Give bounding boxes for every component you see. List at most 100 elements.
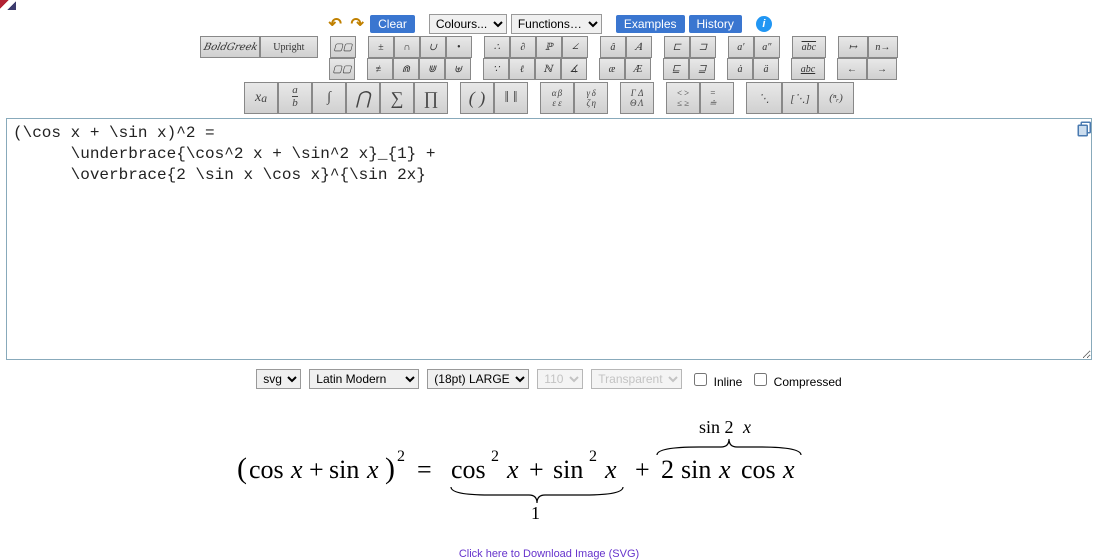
palette-sqsubset[interactable]: ⊏	[664, 36, 690, 58]
svg-text:sin 2: sin 2	[699, 417, 734, 437]
palette-binom[interactable]: (ⁿᵣ)	[818, 82, 854, 114]
palette-a-dprime[interactable]: a″	[754, 36, 780, 58]
palette-bigcap[interactable]: ⋂	[346, 82, 380, 114]
palette-cup[interactable]: ∪	[420, 36, 446, 58]
compressed-checkbox[interactable]	[754, 373, 767, 386]
svg-text:x: x	[782, 455, 795, 484]
palette-boxes-2[interactable]: ▢▢	[329, 58, 355, 80]
palette-matrix-brackets[interactable]: [⋱]	[782, 82, 818, 114]
palette-greek-upper[interactable]: ΓΔΘΛ	[620, 82, 654, 114]
svg-text:+: +	[529, 455, 544, 484]
inline-checkbox[interactable]	[694, 373, 707, 386]
palette-underline-abc[interactable]: abc	[791, 58, 825, 80]
palette-AE[interactable]: Æ	[625, 58, 651, 80]
flag-icon[interactable]	[0, 0, 16, 10]
latex-input[interactable]	[6, 118, 1092, 360]
copy-icon[interactable]	[1076, 120, 1094, 138]
svg-text:cos: cos	[451, 455, 486, 484]
palette-n-arrow[interactable]: n→	[868, 36, 898, 58]
palette-boxes-1[interactable]: ▢▢	[330, 36, 356, 58]
size-select[interactable]: (18pt) LARGE	[427, 369, 529, 389]
palette-a-dot[interactable]: ȧ	[727, 58, 753, 80]
palette-pm[interactable]: ±	[368, 36, 394, 58]
svg-text:sin: sin	[553, 455, 583, 484]
palette-hat-a[interactable]: â	[600, 36, 626, 58]
palette-rightarrow[interactable]: →	[867, 58, 897, 80]
bg-select[interactable]: Transparent	[591, 369, 682, 389]
palette-power-xa[interactable]: xa	[244, 82, 278, 114]
svg-text:=: =	[417, 455, 432, 484]
font-select[interactable]: Latin Modern	[309, 369, 419, 389]
palette-integral[interactable]: ∫	[312, 82, 346, 114]
palette-parens[interactable]: ( )	[460, 82, 494, 114]
palette-greek-lower1[interactable]: αβεε	[540, 82, 574, 114]
palette-verts[interactable]: ‖ ‖	[494, 82, 528, 114]
palette-therefore[interactable]: ∴	[484, 36, 510, 58]
svg-text:cos: cos	[741, 455, 776, 484]
palette-because[interactable]: ∵	[483, 58, 509, 80]
svg-text:+: +	[309, 455, 324, 484]
download-link[interactable]: Click here to Download Image (SVG)	[0, 548, 1098, 560]
svg-text:x: x	[718, 455, 731, 484]
palette-angle[interactable]: ∠	[562, 36, 588, 58]
palette-blackboard-p[interactable]: ℙ	[536, 36, 562, 58]
rendered-output: ( cos x + sin x ) 2 = cos 2 x + sin 2 x …	[0, 413, 1098, 526]
svg-text:sin: sin	[329, 455, 359, 484]
svg-text:2: 2	[397, 448, 405, 465]
palette-frac[interactable]: ab	[278, 82, 312, 114]
functions-select[interactable]: Functions…	[511, 14, 602, 34]
palette-a-prime[interactable]: a′	[728, 36, 754, 58]
palette-nequiv[interactable]: ≢	[367, 58, 393, 80]
examples-button[interactable]: Examples	[616, 15, 685, 33]
svg-text:x: x	[742, 417, 751, 437]
palette-relations[interactable]: <>≤≥	[666, 82, 700, 114]
palette-measured-angle[interactable]: ∡	[561, 58, 587, 80]
undo-icon: ↶	[328, 14, 341, 34]
svg-text:1: 1	[531, 503, 540, 523]
format-select[interactable]: svg	[256, 369, 301, 389]
palette-sum[interactable]: ∑	[380, 82, 414, 114]
palette-relations2[interactable]: =≐	[700, 82, 734, 114]
palette-uplus[interactable]: ⊎	[445, 58, 471, 80]
colours-select[interactable]: Colours...	[429, 14, 507, 34]
options-row: svg Latin Modern (18pt) LARGE 110 Transp…	[0, 369, 1098, 389]
palette-cap[interactable]: ∩	[394, 36, 420, 58]
svg-text:(: (	[237, 452, 247, 485]
palette-cap2[interactable]: ⋒	[393, 58, 419, 80]
inline-label: Inline	[690, 370, 742, 389]
palette-upright[interactable]: Upright	[260, 36, 318, 58]
palette-partial[interactable]: ∂	[510, 36, 536, 58]
palette-overline-abc[interactable]: abc	[792, 36, 826, 58]
svg-text:x: x	[290, 455, 303, 484]
palette-sqsupseteq[interactable]: ⊒	[689, 58, 715, 80]
info-icon[interactable]: i	[756, 16, 772, 32]
palette-greek-lower2[interactable]: γδζη	[574, 82, 608, 114]
svg-text:2: 2	[661, 455, 674, 484]
palette-sqsupset[interactable]: ⊐	[690, 36, 716, 58]
undo-button[interactable]: ↶	[326, 15, 344, 33]
palette-cal-a[interactable]: 𝐴	[626, 36, 652, 58]
svg-text:x: x	[366, 455, 379, 484]
palette-blackboard-n[interactable]: ℕ	[535, 58, 561, 80]
redo-button[interactable]: ↷	[348, 15, 366, 33]
palette-prod[interactable]: ∏	[414, 82, 448, 114]
svg-text:): )	[385, 452, 395, 485]
palette-matrix-dots[interactable]: ⋱	[746, 82, 782, 114]
palette-ae[interactable]: æ	[599, 58, 625, 80]
history-button[interactable]: History	[689, 15, 742, 33]
top-toolbar: ↶ ↷ Clear Colours... Functions… Examples…	[0, 0, 1098, 114]
palette-ell[interactable]: ℓ	[509, 58, 535, 80]
palette-mapsto[interactable]: ↦	[838, 36, 868, 58]
palette-leftarrow[interactable]: ←	[837, 58, 867, 80]
svg-text:x: x	[506, 455, 519, 484]
svg-text:sin: sin	[681, 455, 711, 484]
svg-text:2: 2	[491, 448, 499, 465]
palette-boldgreek[interactable]: 𝐵𝑜𝑙𝑑𝐺𝑟𝑒𝑒𝑘	[200, 36, 260, 58]
palette-cup2[interactable]: ⋓	[419, 58, 445, 80]
palette-a-ddot[interactable]: ä	[753, 58, 779, 80]
svg-text:2: 2	[589, 448, 597, 465]
clear-button[interactable]: Clear	[370, 15, 415, 33]
palette-sqsubseteq[interactable]: ⊑	[663, 58, 689, 80]
dpi-select[interactable]: 110	[537, 369, 583, 389]
palette-bullet[interactable]: •	[446, 36, 472, 58]
